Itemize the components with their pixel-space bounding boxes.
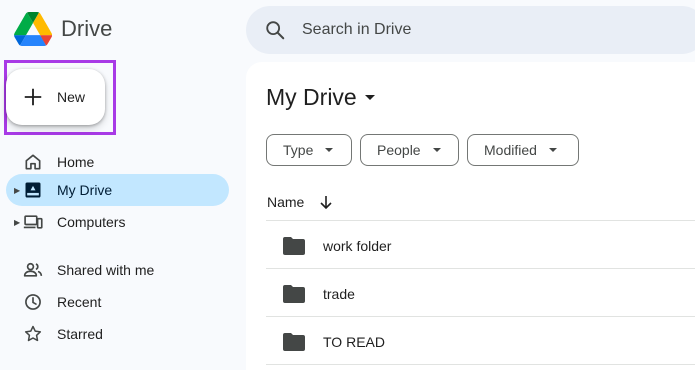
search-input[interactable] bbox=[302, 21, 602, 39]
drive-logo-icon bbox=[14, 12, 52, 46]
sidebar-item-my-drive[interactable]: ▶ My Drive bbox=[6, 174, 229, 206]
sidebar-item-label: Home bbox=[57, 154, 95, 170]
clock-icon bbox=[25, 294, 41, 310]
file-row[interactable]: trade bbox=[266, 271, 695, 317]
sidebar-item-shared[interactable]: Shared with me bbox=[6, 254, 229, 286]
filter-people[interactable]: People bbox=[360, 134, 459, 166]
file-name: trade bbox=[323, 286, 355, 302]
computers-icon bbox=[23, 215, 43, 229]
sidebar-item-label: Starred bbox=[57, 326, 103, 342]
filter-label: People bbox=[377, 142, 421, 158]
filter-label: Modified bbox=[484, 142, 537, 158]
divider bbox=[266, 364, 695, 365]
file-name: work folder bbox=[323, 238, 392, 254]
chevron-down-icon bbox=[548, 148, 557, 152]
sort-arrow-icon[interactable] bbox=[318, 194, 334, 210]
sidebar-item-label: Computers bbox=[57, 214, 126, 230]
file-row[interactable]: work folder bbox=[266, 223, 695, 269]
plus-icon bbox=[24, 88, 42, 106]
expand-caret-icon[interactable]: ▶ bbox=[14, 186, 20, 195]
drive-logo[interactable]: Drive bbox=[14, 12, 112, 46]
divider bbox=[266, 316, 695, 317]
filter-label: Type bbox=[283, 142, 314, 158]
sidebar-item-computers[interactable]: ▶ Computers bbox=[6, 206, 229, 238]
sidebar-item-recent[interactable]: Recent bbox=[6, 286, 229, 318]
column-header-name[interactable]: Name bbox=[267, 194, 334, 210]
chevron-down-icon bbox=[325, 148, 334, 152]
title-dropdown-icon bbox=[364, 95, 375, 100]
file-name: TO READ bbox=[323, 334, 385, 350]
expand-caret-icon[interactable]: ▶ bbox=[14, 218, 20, 227]
main-content: My Drive Type People Modified Name work … bbox=[246, 62, 695, 370]
search-bar[interactable] bbox=[246, 6, 695, 54]
app-name: Drive bbox=[61, 16, 113, 41]
folder-icon bbox=[283, 237, 305, 255]
shared-icon bbox=[23, 262, 43, 277]
page-title[interactable]: My Drive bbox=[266, 84, 375, 111]
new-button[interactable]: New bbox=[6, 69, 105, 125]
folder-icon bbox=[283, 285, 305, 303]
filter-type[interactable]: Type bbox=[266, 134, 352, 166]
divider bbox=[266, 220, 695, 221]
filter-modified[interactable]: Modified bbox=[467, 134, 579, 166]
my-drive-icon bbox=[25, 182, 41, 198]
chevron-down-icon bbox=[432, 148, 441, 152]
folder-icon bbox=[283, 333, 305, 351]
sidebar-item-label: My Drive bbox=[57, 182, 113, 198]
sidebar-item-label: Recent bbox=[57, 294, 102, 310]
home-icon bbox=[25, 154, 41, 170]
search-icon[interactable] bbox=[264, 19, 286, 41]
sidebar-item-starred[interactable]: Starred bbox=[6, 318, 229, 350]
sidebar-item-label: Shared with me bbox=[57, 262, 155, 278]
star-icon bbox=[24, 325, 42, 342]
column-header-label: Name bbox=[267, 194, 305, 210]
page-title-text: My Drive bbox=[266, 84, 357, 110]
new-button-label: New bbox=[57, 89, 86, 105]
file-row[interactable]: TO READ bbox=[266, 319, 695, 365]
divider bbox=[266, 268, 695, 269]
